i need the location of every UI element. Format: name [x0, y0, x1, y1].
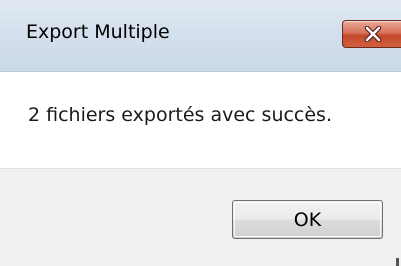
- dialog-footer: OK: [0, 168, 401, 266]
- dialog-title: Export Multiple: [26, 21, 170, 43]
- title-bar[interactable]: Export Multiple: [0, 0, 401, 72]
- close-icon: [364, 26, 382, 42]
- close-button[interactable]: [342, 20, 401, 48]
- resize-grip: [396, 258, 399, 266]
- dialog-content: 2 fichiers exportés avec succès.: [0, 72, 401, 168]
- export-multiple-dialog: Export Multiple 2 fichiers exportés avec…: [0, 0, 401, 266]
- dialog-message: 2 fichiers exportés avec succès.: [28, 104, 332, 126]
- ok-button[interactable]: OK: [232, 200, 383, 239]
